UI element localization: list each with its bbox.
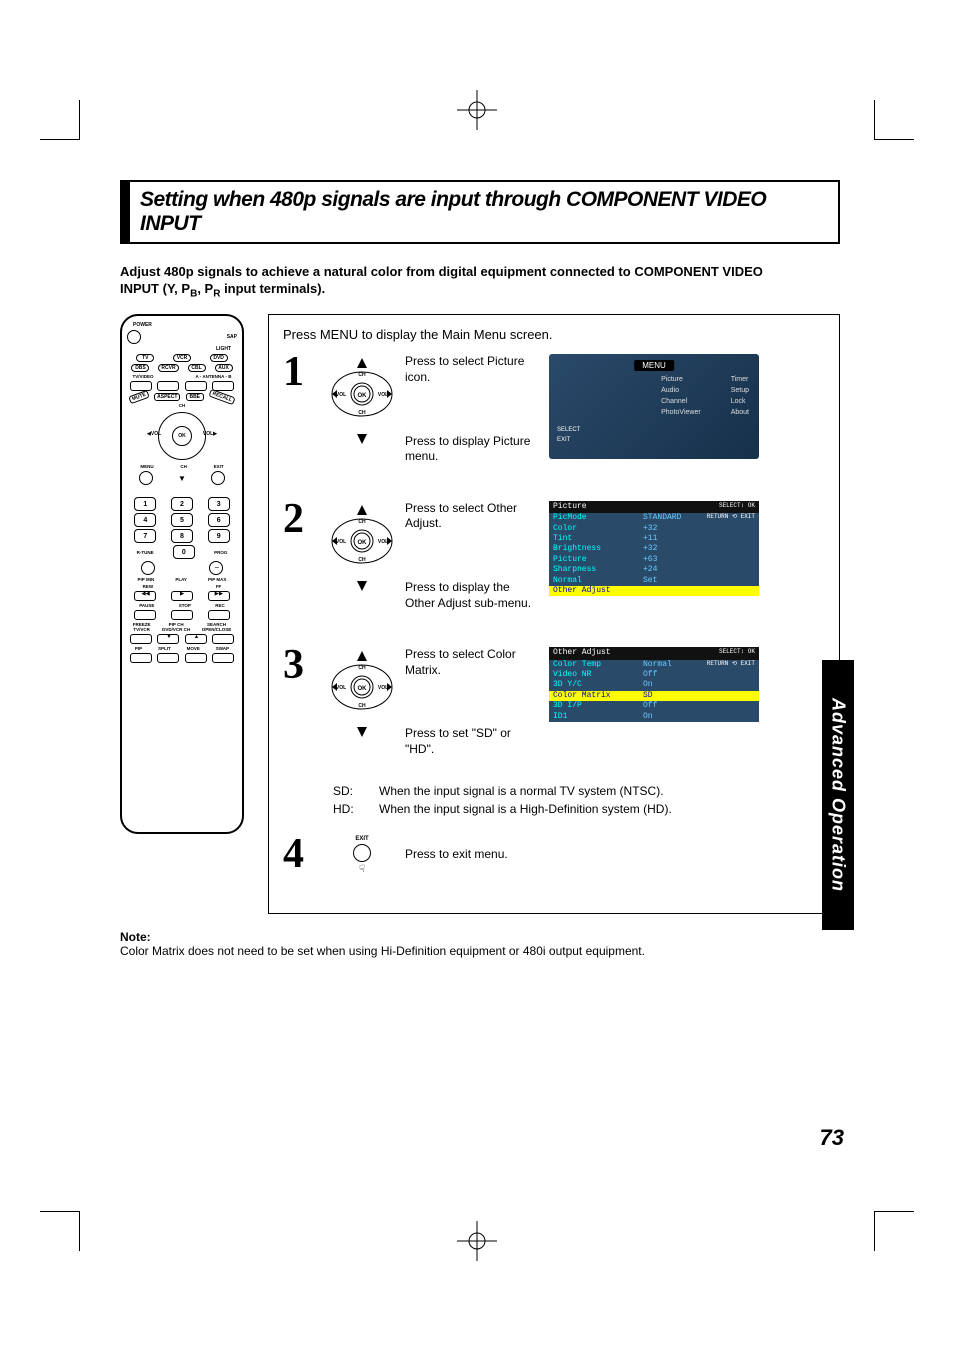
remote-control-diagram: POWER SAP LIGHT TV VCR DVD DBS RCVR CBL …	[120, 314, 244, 834]
svg-text:VOL: VOL	[336, 685, 346, 691]
steps-panel: Press MENU to display the Main Menu scre…	[268, 314, 840, 913]
exit-button-icon: EXIT ☟	[347, 836, 377, 875]
svg-text:OK: OK	[358, 393, 368, 399]
svg-text:VOL: VOL	[378, 392, 388, 398]
sd-hd-definitions: SD:When the input signal is a normal TV …	[333, 784, 825, 816]
step-4: 4 EXIT ☟ Press to exit menu.	[283, 836, 825, 875]
svg-text:VOL: VOL	[378, 685, 388, 691]
svg-text:CH: CH	[358, 703, 366, 709]
page-content: Setting when 480p signals are input thro…	[120, 180, 840, 958]
crop-mark-center	[457, 90, 497, 130]
note-section: Note: Color Matrix does not need to be s…	[120, 930, 840, 958]
crop-mark	[40, 1211, 80, 1251]
crop-mark	[874, 1211, 914, 1251]
svg-text:CH: CH	[358, 519, 366, 525]
step-1: 1 OK CH CH VOL VOL	[283, 354, 825, 482]
step-2: 2 OK CH CH VOL VOL	[283, 501, 825, 629]
svg-text:CH: CH	[358, 410, 366, 416]
nav-pad-icon: OK CH CH VOL VOL	[329, 647, 395, 737]
osd-main-menu: MENU Picture Timer Audio Setup Channel L…	[549, 354, 759, 459]
svg-text:OK: OK	[358, 686, 368, 692]
svg-text:OK: OK	[358, 540, 368, 546]
intro-paragraph: Adjust 480p signals to achieve a natural…	[120, 264, 840, 300]
svg-text:VOL: VOL	[378, 539, 388, 545]
page-title: Setting when 480p signals are input thro…	[140, 188, 828, 236]
page-number: 73	[820, 1125, 844, 1151]
crop-mark-center	[457, 1221, 497, 1261]
osd-other-adjust-menu: Other Adjust SELECT↕ OK Color TempNormal…	[549, 647, 759, 722]
svg-text:VOL: VOL	[336, 539, 346, 545]
section-tab: Advanced Operation	[822, 660, 854, 930]
section-title: Setting when 480p signals are input thro…	[120, 180, 840, 244]
crop-mark	[874, 100, 914, 140]
nav-pad-icon: OK CH CH VOL VOL	[329, 501, 395, 591]
osd-picture-menu: Picture SELECT↕ OK PicModeSTANDARD RETUR…	[549, 501, 759, 597]
svg-text:CH: CH	[358, 557, 366, 563]
crop-mark	[40, 100, 80, 140]
step-intro: Press MENU to display the Main Menu scre…	[283, 327, 825, 342]
svg-text:VOL: VOL	[336, 392, 346, 398]
nav-pad-icon: OK CH CH VOL VOL	[329, 354, 395, 444]
svg-text:CH: CH	[358, 372, 366, 378]
step-3: 3 OK CH CH VOL VOL	[283, 647, 825, 775]
svg-text:CH: CH	[358, 665, 366, 671]
